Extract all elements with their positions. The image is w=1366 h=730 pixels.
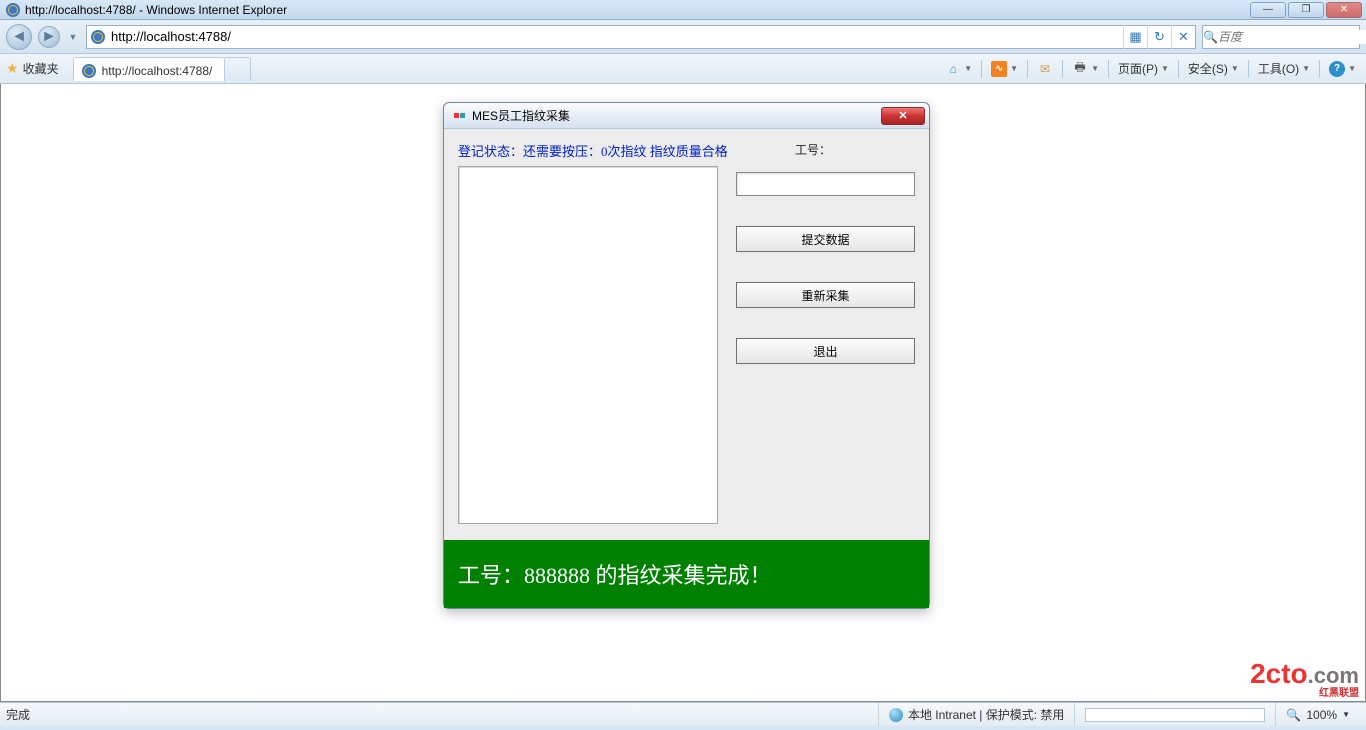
tab-ie-icon — [82, 64, 96, 78]
exit-button[interactable]: 退出 — [736, 338, 915, 364]
dialog-title: MES员工指纹采集 — [472, 107, 570, 124]
status-done: 完成 — [6, 706, 30, 723]
rss-menu[interactable]: ∿▼ — [987, 59, 1022, 79]
rss-icon: ∿ — [991, 61, 1007, 77]
page-menu[interactable]: 页面(P) ▼ — [1114, 58, 1173, 79]
watermark: 2cto.com 红黑联盟 — [1250, 658, 1359, 699]
home-menu[interactable]: ⌂▼ — [941, 59, 976, 79]
dialog-body: 工号： 登记状态：还需要按压：0次指纹 指纹质量合格 提交数据 重新采集 退出 … — [444, 129, 929, 608]
nav-history-dropdown[interactable]: ▼ — [66, 32, 80, 42]
help-icon: ? — [1329, 61, 1345, 77]
dialog-close-button[interactable]: ✕ — [881, 107, 925, 125]
tools-menu[interactable]: 工具(O) ▼ — [1254, 58, 1314, 79]
compat-view-icon[interactable]: ▦ — [1123, 25, 1147, 49]
home-icon: ⌂ — [945, 61, 961, 77]
status-bar: 完成 本地 Intranet | 保护模式: 禁用 🔍 100% ▼ — [0, 702, 1366, 726]
favorites-star-icon[interactable]: ★ — [6, 60, 19, 77]
address-input[interactable] — [109, 26, 1123, 48]
address-bar: ▦ ↻ ✕ — [86, 25, 1196, 49]
window-title: http://localhost:4788/ - Windows Interne… — [25, 3, 287, 17]
favorites-label[interactable]: 收藏夹 — [23, 60, 59, 77]
close-button[interactable]: ✕ — [1326, 2, 1362, 18]
employee-id-label: 工号： — [795, 141, 831, 158]
app-icon — [452, 109, 466, 123]
mail-icon: ✉ — [1037, 61, 1053, 77]
browser-tab[interactable]: http://localhost:4788/ — [73, 57, 226, 81]
dialog-titlebar[interactable]: MES员工指纹采集 ✕ — [444, 103, 929, 129]
page-content: MES员工指纹采集 ✕ 工号： 登记状态：还需要按压：0次指纹 指纹质量合格 提… — [0, 84, 1366, 702]
ie-icon — [6, 3, 20, 17]
print-icon: 🖶 — [1072, 61, 1088, 77]
submit-button[interactable]: 提交数据 — [736, 226, 915, 252]
mail-menu[interactable]: ✉ — [1033, 59, 1057, 79]
status-zone[interactable]: 本地 Intranet | 保护模式: 禁用 — [878, 703, 1074, 726]
new-tab-button[interactable] — [225, 57, 251, 81]
result-banner: 工号：888888 的指纹采集完成！ — [444, 540, 929, 608]
forward-button[interactable]: ► — [38, 26, 60, 48]
zoom-dropdown[interactable]: 🔍 100% ▼ — [1275, 703, 1360, 726]
globe-icon — [889, 708, 903, 722]
safety-menu[interactable]: 安全(S) ▼ — [1184, 58, 1243, 79]
tab-title: http://localhost:4788/ — [102, 64, 213, 78]
stop-button[interactable]: ✕ — [1171, 25, 1195, 49]
status-progress — [1074, 703, 1275, 726]
back-button[interactable]: ◄ — [6, 24, 32, 50]
page-icon — [87, 30, 109, 44]
zoom-icon: 🔍 — [1286, 708, 1301, 722]
command-bar: ★ 收藏夹 http://localhost:4788/ ⌂▼ ∿▼ ✉ 🖶▼ … — [0, 54, 1366, 84]
fingerprint-preview — [458, 166, 718, 524]
fingerprint-dialog: MES员工指纹采集 ✕ 工号： 登记状态：还需要按压：0次指纹 指纹质量合格 提… — [443, 102, 930, 609]
refresh-button[interactable]: ↻ — [1147, 25, 1171, 49]
print-menu[interactable]: 🖶▼ — [1068, 59, 1103, 79]
enroll-status-text: 登记状态：还需要按压：0次指纹 指纹质量合格 — [458, 141, 915, 160]
search-icon[interactable]: 🔍 — [1203, 30, 1218, 44]
retry-button[interactable]: 重新采集 — [736, 282, 915, 308]
nav-bar: ◄ ► ▼ ▦ ↻ ✕ 🔍 — [0, 20, 1366, 54]
maximize-button[interactable]: ❐ — [1288, 2, 1324, 18]
help-menu[interactable]: ?▼ — [1325, 59, 1360, 79]
command-menu: ⌂▼ ∿▼ ✉ 🖶▼ 页面(P) ▼ 安全(S) ▼ 工具(O) ▼ ?▼ — [941, 58, 1360, 79]
search-input[interactable] — [1218, 30, 1366, 44]
window-controls: — ❐ ✕ — [1248, 2, 1362, 18]
employee-id-input[interactable] — [736, 172, 915, 196]
minimize-button[interactable]: — — [1250, 2, 1286, 18]
search-box: 🔍 — [1202, 25, 1360, 49]
window-titlebar: http://localhost:4788/ - Windows Interne… — [0, 0, 1366, 20]
